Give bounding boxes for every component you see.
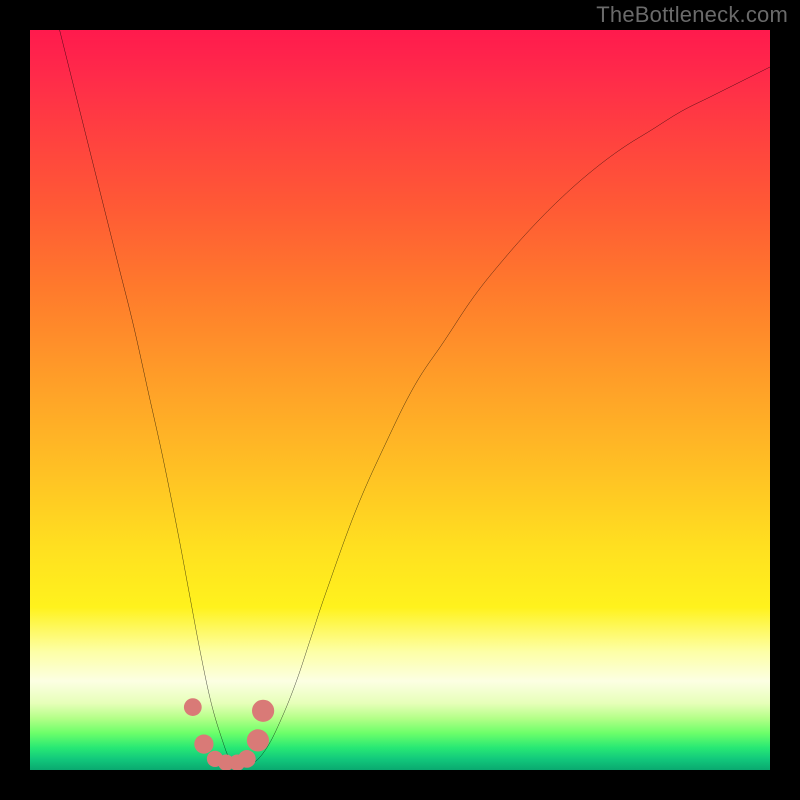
- watermark-text: TheBottleneck.com: [596, 2, 788, 28]
- plot-area: [30, 30, 770, 770]
- data-marker: [247, 729, 269, 751]
- data-marker: [194, 734, 213, 753]
- data-marker: [252, 700, 274, 722]
- chart-frame: TheBottleneck.com: [0, 0, 800, 800]
- data-marker: [184, 698, 202, 716]
- chart-svg: [30, 30, 770, 770]
- curve-group: [60, 30, 770, 767]
- bottleneck-curve: [60, 30, 770, 767]
- data-marker: [238, 750, 256, 768]
- data-markers: [184, 698, 274, 770]
